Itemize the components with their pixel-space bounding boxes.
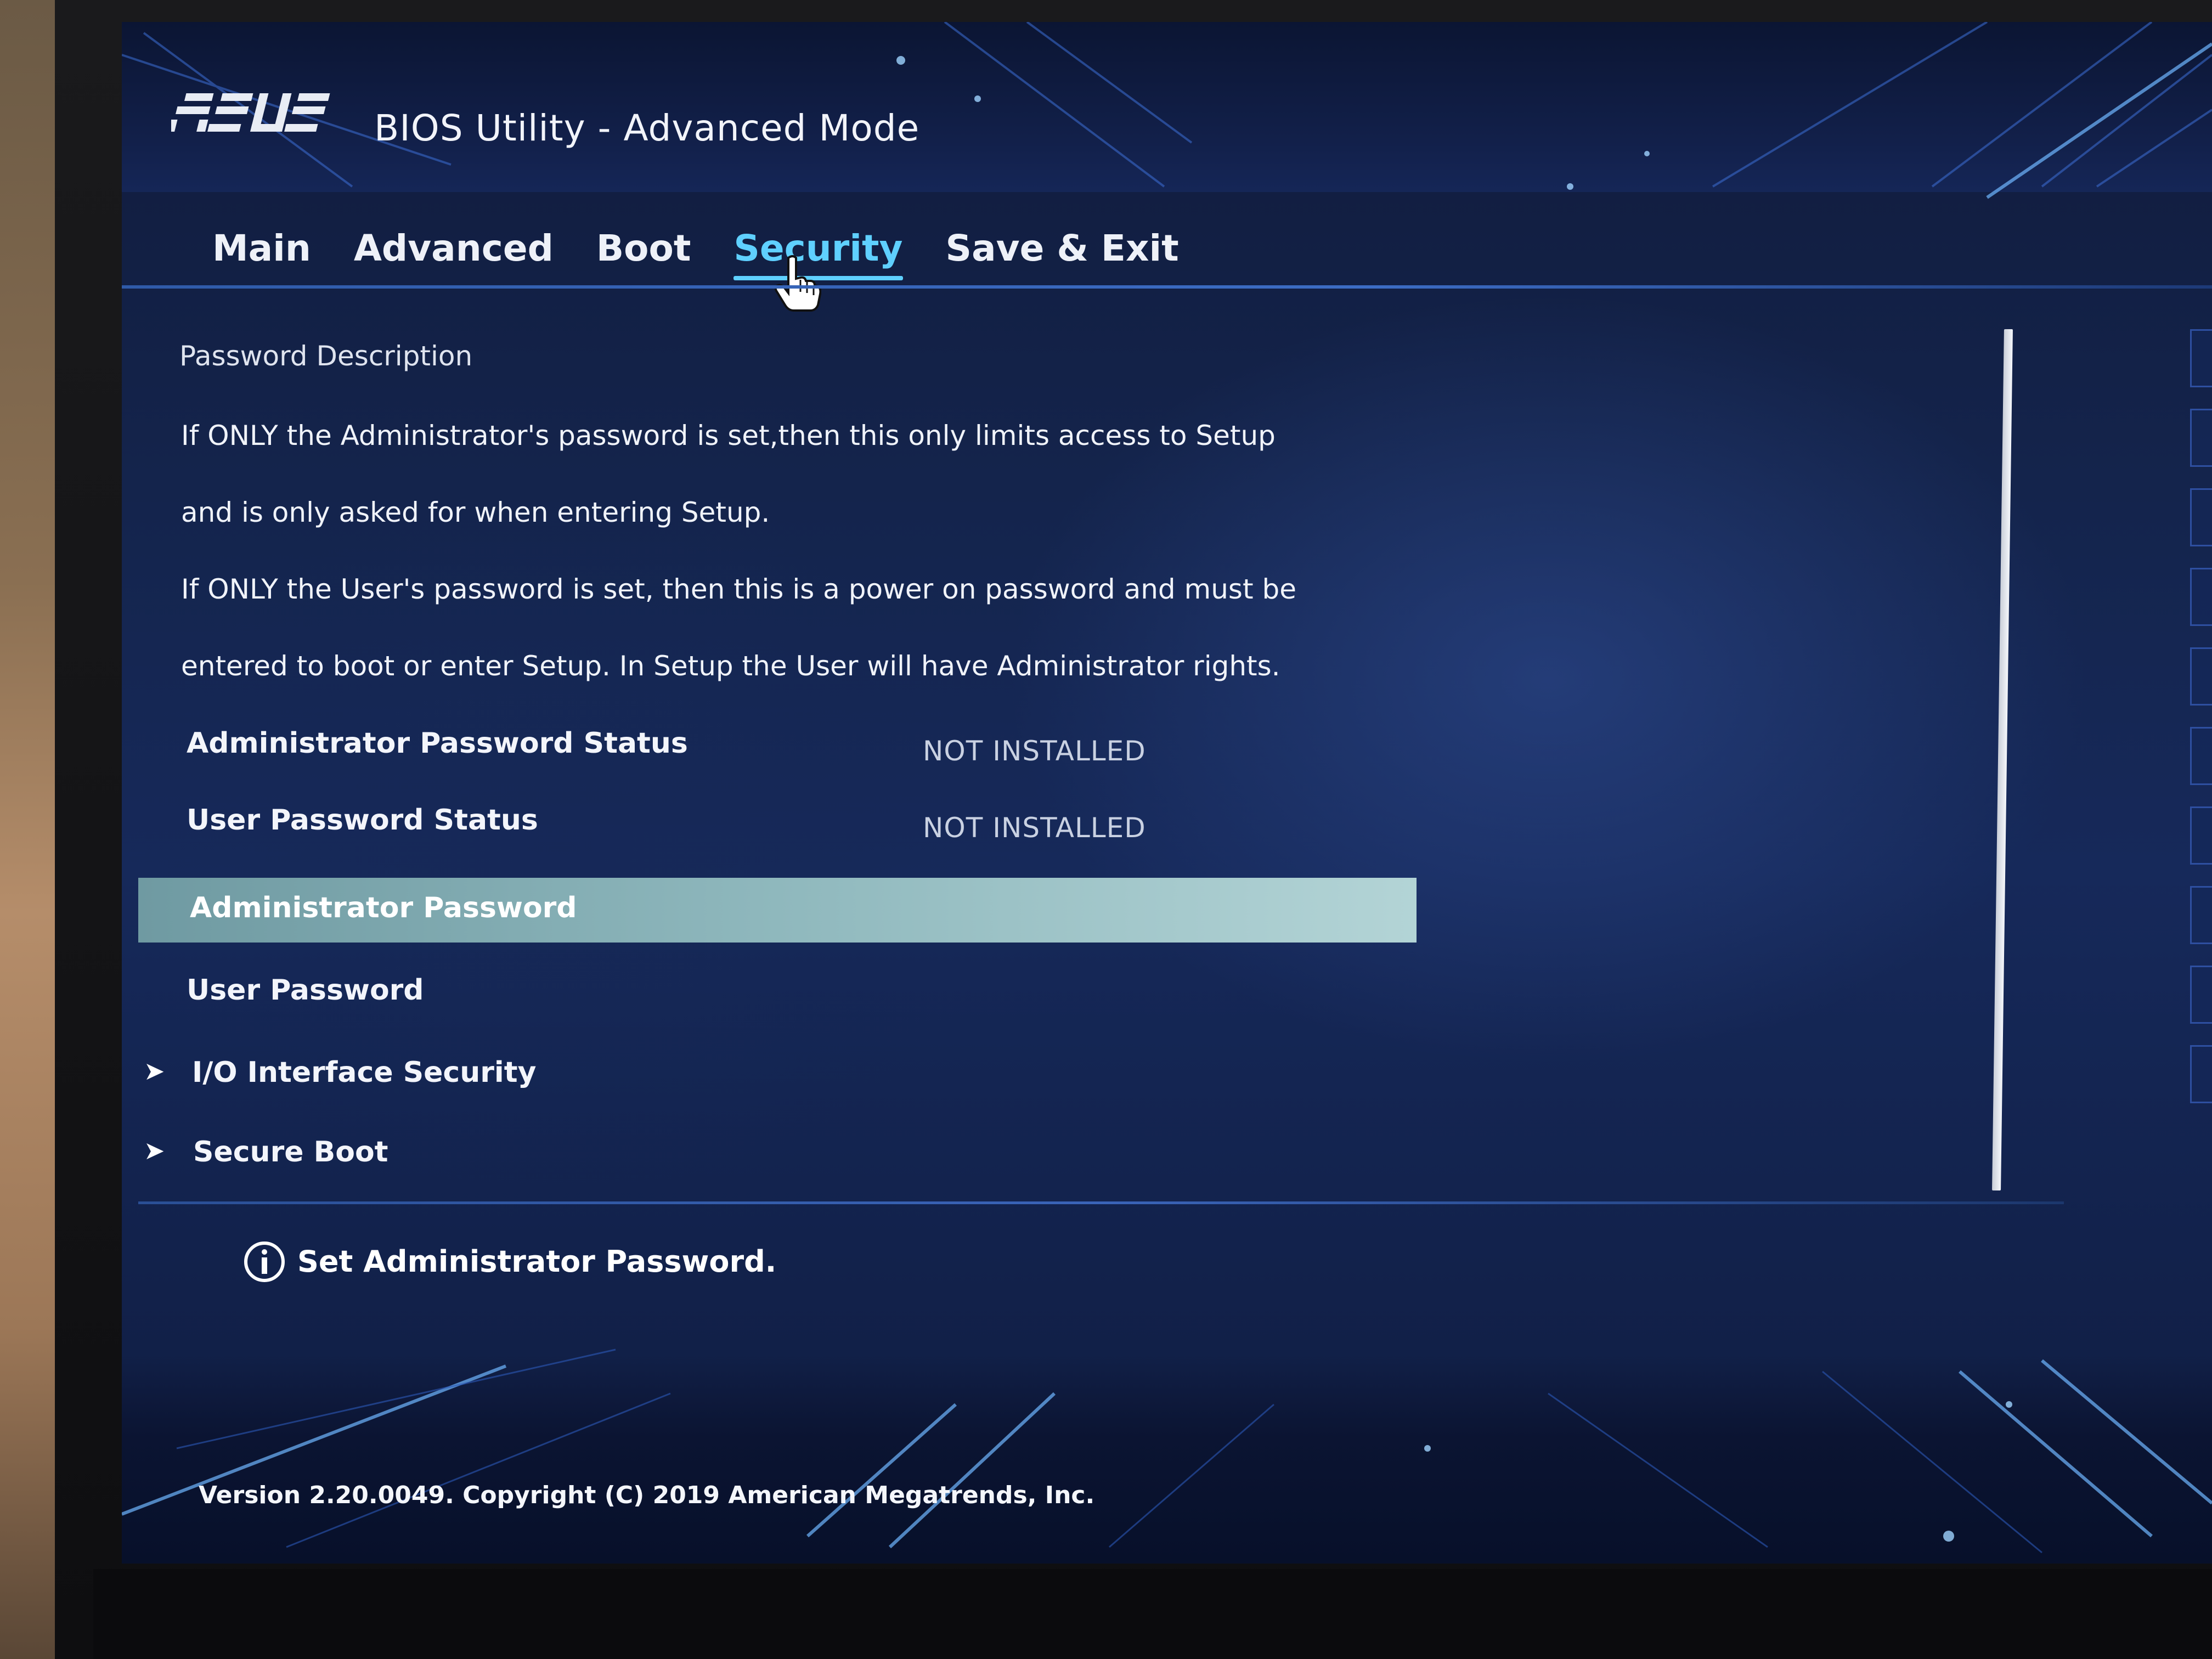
description-line: and is only asked for when entering Setu… bbox=[181, 496, 770, 528]
section-title: Password Description bbox=[179, 340, 473, 372]
submenu-arrow-icon: ➤ bbox=[144, 1136, 165, 1165]
tab-advanced[interactable]: Advanced bbox=[354, 227, 554, 273]
side-panel-tab bbox=[2190, 727, 2212, 785]
description-line: entered to boot or enter Setup. In Setup… bbox=[181, 650, 1280, 682]
administrator-password-label[interactable]: Administrator Password bbox=[190, 891, 577, 924]
version-footer: Version 2.20.0049. Copyright (C) 2019 Am… bbox=[199, 1481, 1095, 1509]
side-panel-tab bbox=[2190, 409, 2212, 467]
tab-divider bbox=[122, 285, 2212, 289]
bios-screen: BIOS Utility - Advanced Mode Main Advanc… bbox=[122, 22, 2212, 1564]
tab-save-exit[interactable]: Save & Exit bbox=[946, 227, 1179, 273]
scrollbar[interactable] bbox=[1992, 329, 2013, 1190]
admin-password-status-value: NOT INSTALLED bbox=[923, 735, 1146, 767]
side-panel-tab bbox=[2190, 886, 2212, 944]
tab-main[interactable]: Main bbox=[212, 227, 311, 273]
asus-logo bbox=[171, 93, 330, 132]
user-password-item[interactable]: User Password bbox=[187, 974, 424, 1007]
tab-boot[interactable]: Boot bbox=[596, 227, 691, 273]
user-password-status-label: User Password Status bbox=[187, 804, 538, 837]
tab-bar: Main Advanced Boot Security Save & Exit bbox=[212, 219, 1179, 280]
side-panel-edge bbox=[2190, 329, 2212, 1125]
description-line: If ONLY the Administrator's password is … bbox=[181, 420, 1276, 452]
monitor-bezel-bottom bbox=[93, 1569, 2212, 1659]
side-panel-tab bbox=[2190, 806, 2212, 865]
side-panel-tab bbox=[2190, 647, 2212, 706]
side-panel-tab bbox=[2190, 329, 2212, 387]
submenu-arrow-icon: ➤ bbox=[144, 1056, 165, 1086]
side-panel-tab bbox=[2190, 1045, 2212, 1103]
side-panel-tab bbox=[2190, 966, 2212, 1024]
help-text: Set Administrator Password. bbox=[297, 1244, 777, 1279]
info-icon bbox=[244, 1242, 285, 1282]
app-title: BIOS Utility - Advanced Mode bbox=[374, 107, 920, 149]
secure-boot-item[interactable]: Secure Boot bbox=[193, 1136, 388, 1169]
side-panel-tab bbox=[2190, 568, 2212, 626]
io-interface-security-item[interactable]: I/O Interface Security bbox=[192, 1056, 536, 1089]
help-divider bbox=[138, 1201, 2064, 1204]
description-line: If ONLY the User's password is set, then… bbox=[181, 573, 1296, 605]
side-panel-tab bbox=[2190, 488, 2212, 546]
hand-cursor-icon bbox=[774, 255, 821, 312]
user-password-status-value: NOT INSTALLED bbox=[923, 812, 1146, 844]
admin-password-status-label: Administrator Password Status bbox=[187, 727, 688, 760]
